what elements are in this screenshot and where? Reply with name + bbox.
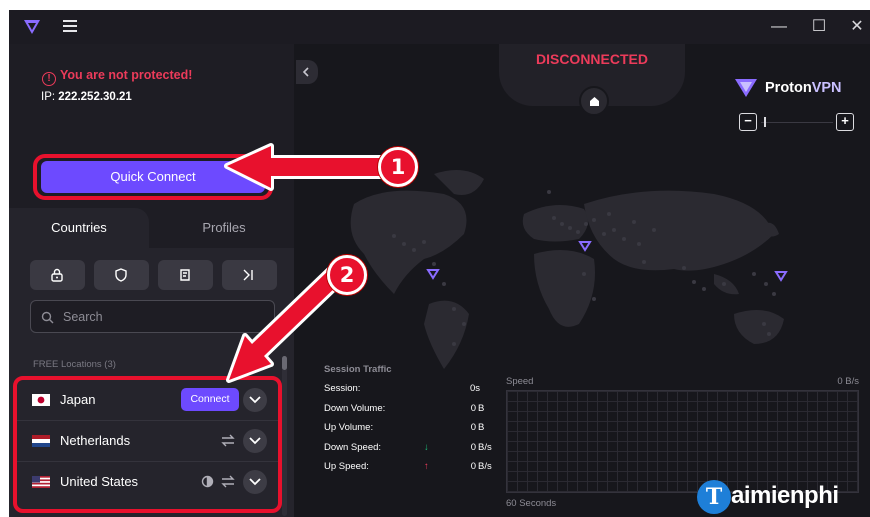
annotation-arrows	[224, 143, 392, 383]
vpn-app-window: — ☐ ✕ ! You are not protected! IP: 222.25…	[9, 10, 870, 517]
annotation-badge-1: 1	[378, 147, 418, 187]
annotation-badge-2: 2	[327, 255, 367, 295]
